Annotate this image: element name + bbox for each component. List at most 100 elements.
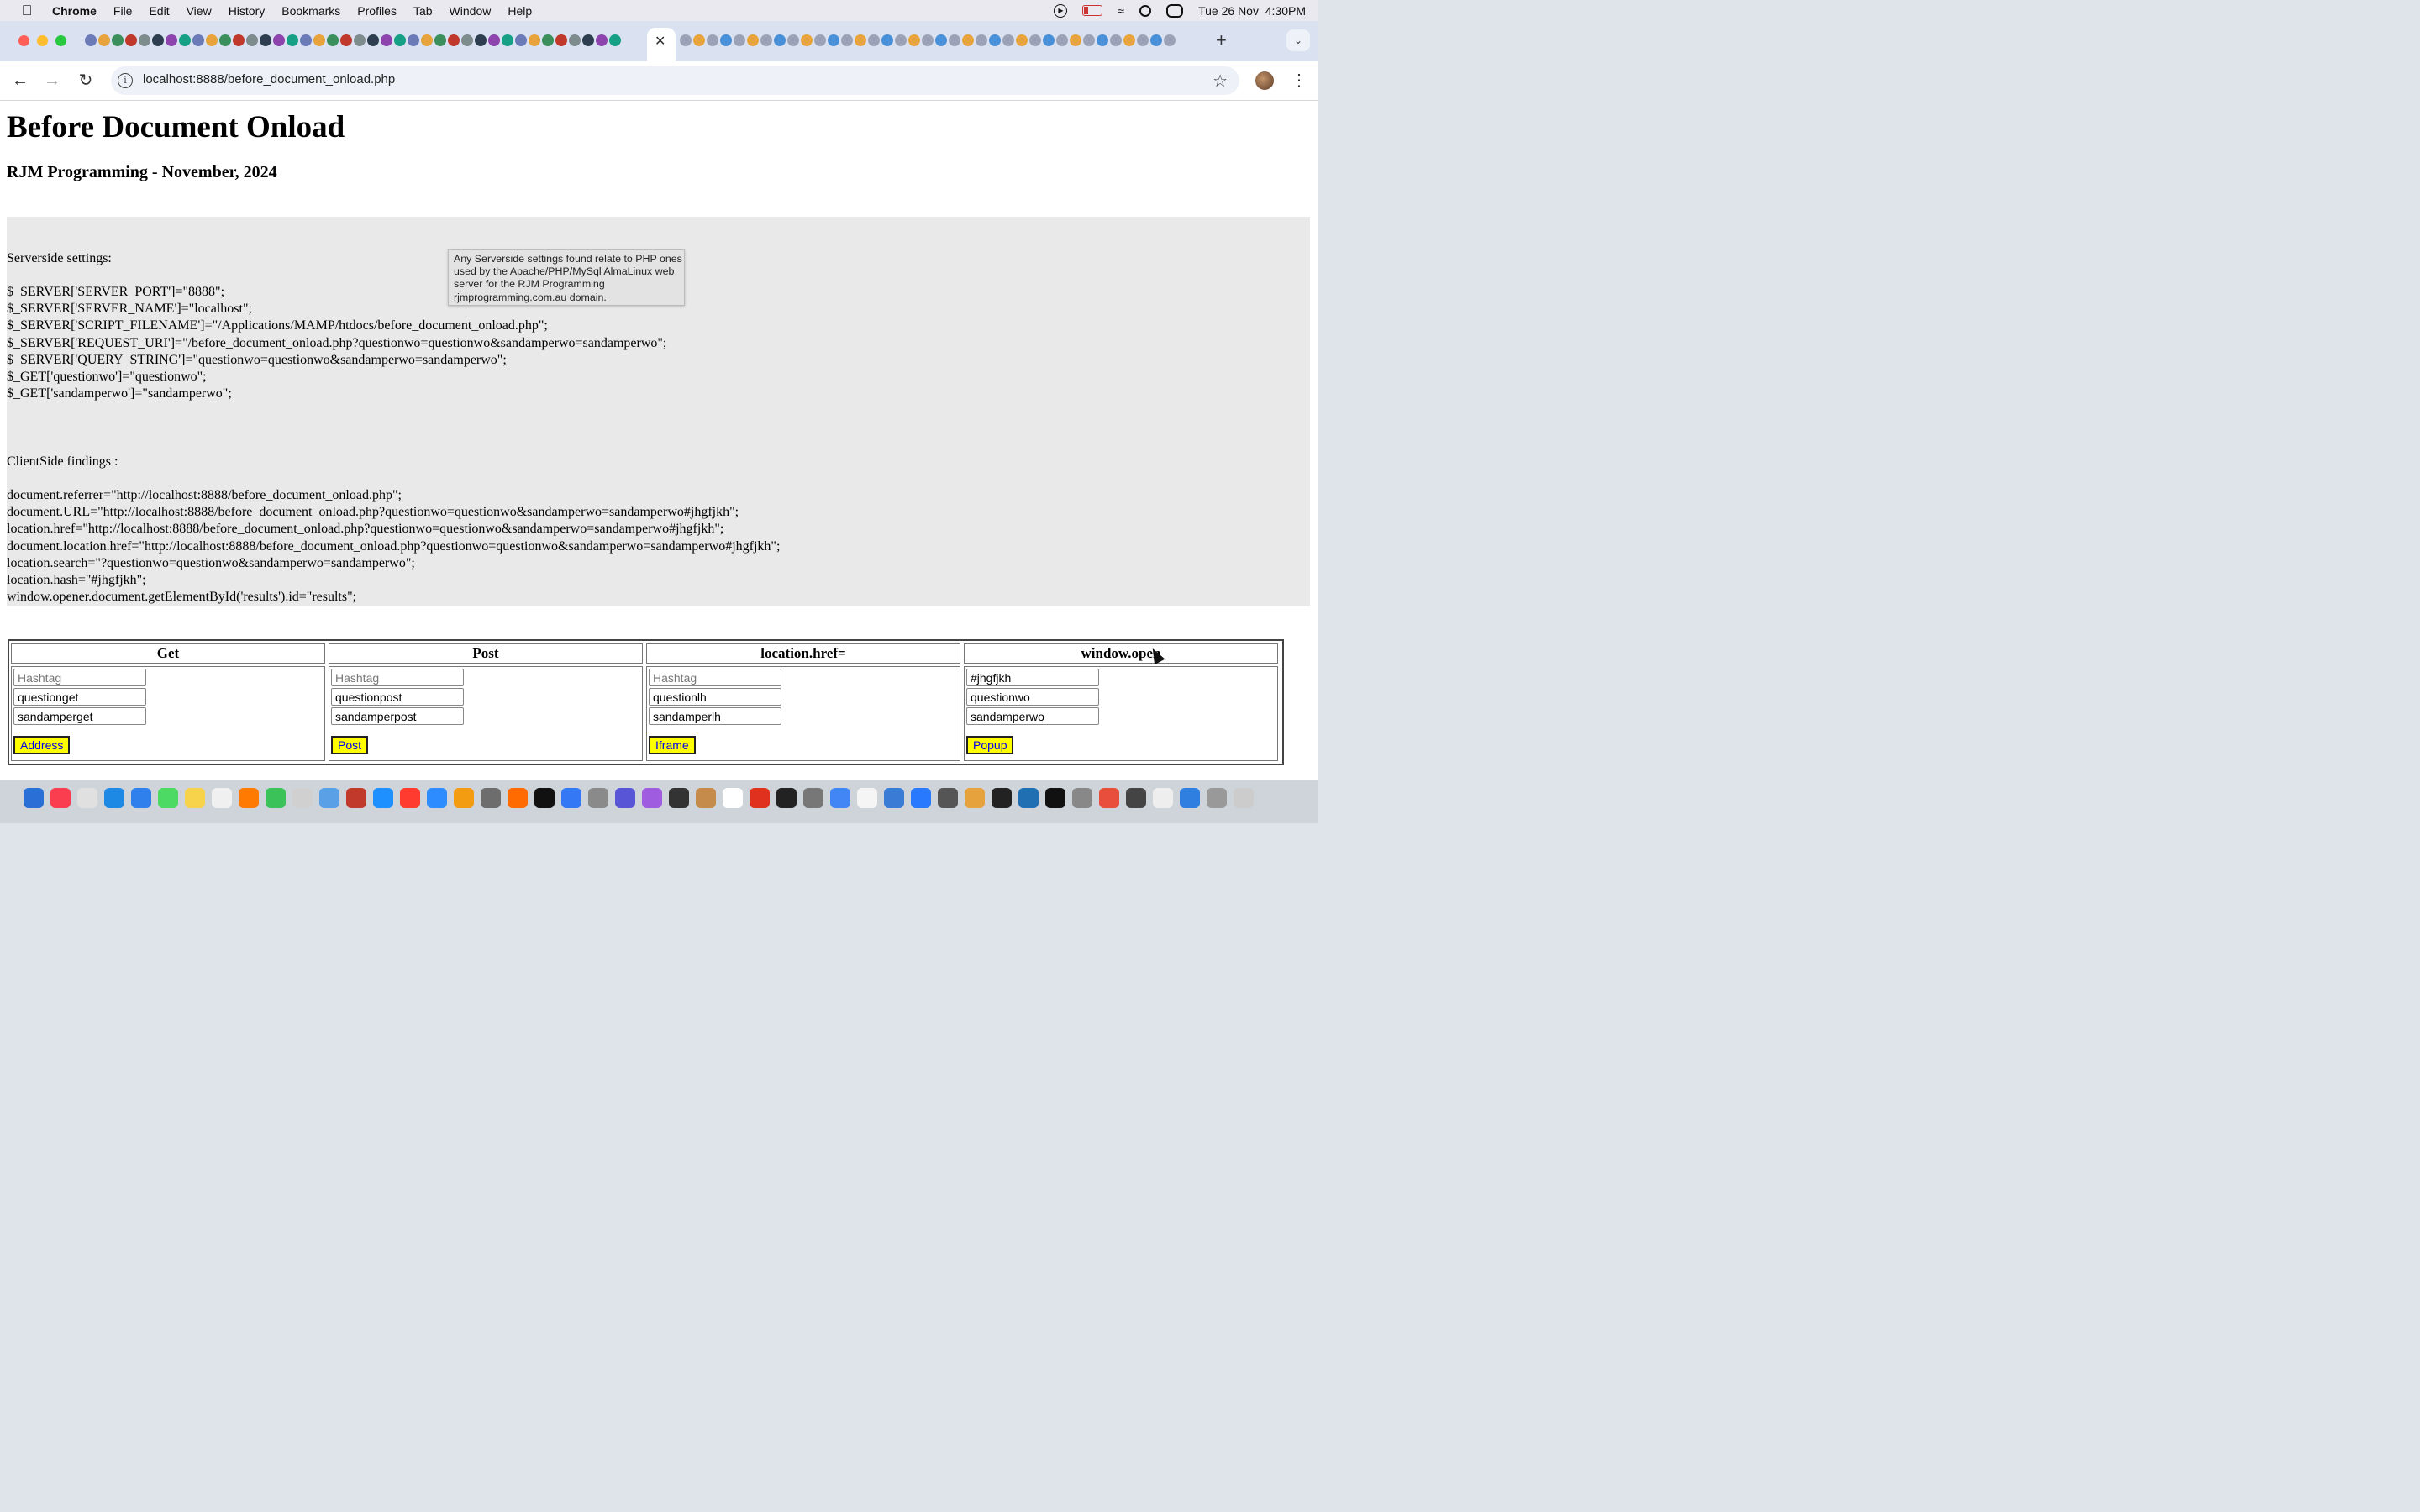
close-window-button[interactable] bbox=[18, 35, 29, 46]
dock-app-icon[interactable] bbox=[24, 788, 44, 808]
pinned-tab-favicons[interactable] bbox=[84, 32, 645, 50]
dock-app-icon[interactable] bbox=[319, 788, 339, 808]
tab-favicon[interactable] bbox=[327, 34, 339, 46]
tab-favicon[interactable] bbox=[1123, 34, 1135, 46]
sandamper-input[interactable] bbox=[966, 707, 1099, 725]
tab-favicon[interactable] bbox=[935, 34, 947, 46]
tab-favicon[interactable] bbox=[828, 34, 839, 46]
dock-app-icon[interactable] bbox=[830, 788, 850, 808]
tab-favicon[interactable] bbox=[1029, 34, 1041, 46]
tab-favicon[interactable] bbox=[166, 34, 177, 46]
kebab-menu-icon[interactable]: ⋮ bbox=[1291, 70, 1307, 91]
tab-favicon[interactable] bbox=[949, 34, 960, 46]
apple-icon[interactable]:  bbox=[18, 3, 35, 19]
dock-app-icon[interactable] bbox=[750, 788, 770, 808]
tab-favicon[interactable] bbox=[855, 34, 866, 46]
dock-app-icon[interactable] bbox=[669, 788, 689, 808]
wifi-icon[interactable]: ≈ bbox=[1118, 4, 1124, 18]
dock-app-icon[interactable] bbox=[561, 788, 581, 808]
tab-favicon[interactable] bbox=[922, 34, 934, 46]
tab-favicon[interactable] bbox=[125, 34, 137, 46]
dock-app-icon[interactable] bbox=[1207, 788, 1227, 808]
tab-favicon[interactable] bbox=[152, 34, 164, 46]
tab-favicon[interactable] bbox=[98, 34, 110, 46]
reload-icon[interactable]: ↻ bbox=[75, 70, 97, 92]
plus-icon[interactable]: + bbox=[1216, 29, 1227, 51]
dock-app-icon[interactable] bbox=[534, 788, 555, 808]
tab-favicon[interactable] bbox=[747, 34, 759, 46]
dock-app-icon[interactable] bbox=[615, 788, 635, 808]
search-icon[interactable] bbox=[1139, 4, 1152, 17]
tab-favicon[interactable] bbox=[1150, 34, 1162, 46]
dock-app-icon[interactable] bbox=[938, 788, 958, 808]
hashtag-input[interactable] bbox=[966, 669, 1099, 686]
tab-favicon[interactable] bbox=[192, 34, 204, 46]
avatar[interactable] bbox=[1255, 71, 1274, 90]
tab-favicon[interactable] bbox=[609, 34, 621, 46]
tab-favicon[interactable] bbox=[434, 34, 446, 46]
question-input[interactable] bbox=[13, 688, 146, 706]
play-icon[interactable]: ▶ bbox=[1054, 3, 1068, 18]
tab-favicon[interactable] bbox=[555, 34, 567, 46]
tab-favicon[interactable] bbox=[260, 34, 271, 46]
tab-favicon[interactable] bbox=[421, 34, 433, 46]
tab-favicon[interactable] bbox=[976, 34, 987, 46]
tab-favicon[interactable] bbox=[1110, 34, 1122, 46]
tab-favicon[interactable] bbox=[542, 34, 554, 46]
tab-favicon[interactable] bbox=[367, 34, 379, 46]
dock-app-icon[interactable] bbox=[239, 788, 259, 808]
star-icon[interactable]: ☆ bbox=[1213, 71, 1228, 92]
tab-favicon[interactable] bbox=[908, 34, 920, 46]
maximize-window-button[interactable] bbox=[55, 35, 66, 46]
dock-app-icon[interactable] bbox=[857, 788, 877, 808]
tab-favicon[interactable] bbox=[841, 34, 853, 46]
back-arrow-icon[interactable]: ← bbox=[9, 70, 31, 92]
tab-favicon[interactable] bbox=[569, 34, 581, 46]
chevron-down-icon[interactable]: ⌄ bbox=[1286, 29, 1310, 51]
dock-app-icon[interactable] bbox=[400, 788, 420, 808]
dock-app-icon[interactable] bbox=[1045, 788, 1065, 808]
tab-favicon[interactable] bbox=[1043, 34, 1055, 46]
tab-favicon[interactable] bbox=[139, 34, 150, 46]
tab-favicon[interactable] bbox=[461, 34, 473, 46]
tab-favicon[interactable] bbox=[219, 34, 231, 46]
dock-app-icon[interactable] bbox=[588, 788, 608, 808]
dock-app-icon[interactable] bbox=[1099, 788, 1119, 808]
dock-app-icon[interactable] bbox=[803, 788, 823, 808]
tab-favicon[interactable] bbox=[206, 34, 218, 46]
tab-favicon[interactable] bbox=[381, 34, 392, 46]
sandamper-input[interactable] bbox=[13, 707, 146, 725]
tab-favicon[interactable] bbox=[1070, 34, 1081, 46]
address-button[interactable]: Address bbox=[13, 736, 71, 754]
tab-favicon[interactable] bbox=[287, 34, 298, 46]
tab-favicon[interactable] bbox=[1056, 34, 1068, 46]
dock-app-icon[interactable] bbox=[1153, 788, 1173, 808]
tab-favicon[interactable] bbox=[529, 34, 540, 46]
tab-favicon[interactable] bbox=[787, 34, 799, 46]
tab-favicon[interactable] bbox=[774, 34, 786, 46]
tab-favicon[interactable] bbox=[693, 34, 705, 46]
dock-app-icon[interactable] bbox=[776, 788, 797, 808]
dock-app-icon[interactable] bbox=[131, 788, 151, 808]
tab-favicon[interactable] bbox=[582, 34, 594, 46]
tab-favicon[interactable] bbox=[354, 34, 366, 46]
tab-favicon[interactable] bbox=[868, 34, 880, 46]
dock-app-icon[interactable] bbox=[158, 788, 178, 808]
tab-favicon[interactable] bbox=[112, 34, 124, 46]
url-text[interactable]: localhost:8888/before_document_onload.ph… bbox=[143, 72, 395, 87]
menu-help[interactable]: Help bbox=[508, 4, 532, 18]
tab-favicon[interactable] bbox=[707, 34, 718, 46]
dock-app-icon[interactable] bbox=[965, 788, 985, 808]
minimize-window-button[interactable] bbox=[37, 35, 48, 46]
hashtag-input[interactable] bbox=[331, 669, 464, 686]
dock-app-icon[interactable] bbox=[642, 788, 662, 808]
question-input[interactable] bbox=[649, 688, 781, 706]
dock-app-icon[interactable] bbox=[185, 788, 205, 808]
tab-favicon[interactable] bbox=[475, 34, 487, 46]
tab-favicon[interactable] bbox=[881, 34, 893, 46]
dock-app-icon[interactable] bbox=[1126, 788, 1146, 808]
tab-favicon[interactable] bbox=[1083, 34, 1095, 46]
question-input[interactable] bbox=[331, 688, 464, 706]
tab-favicon[interactable] bbox=[394, 34, 406, 46]
tab-favicon[interactable] bbox=[895, 34, 907, 46]
